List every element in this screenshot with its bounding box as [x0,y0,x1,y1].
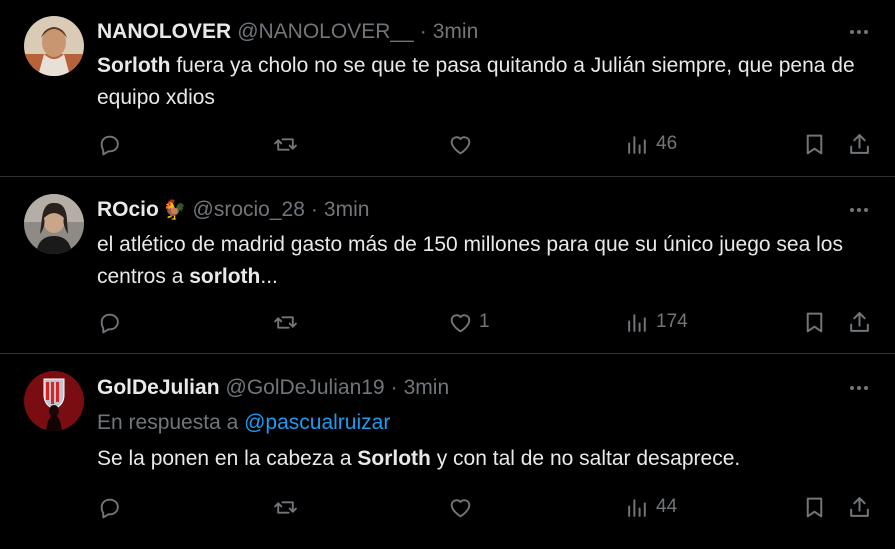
heart-icon [450,313,471,332]
retweet-button[interactable] [273,302,304,342]
author-name[interactable]: ROcio [97,197,159,223]
bold-text: sorloth [189,265,261,288]
tweet-header: ROcio 🐓 @srocio_28 · 3min [97,197,369,224]
more-dots-icon[interactable] [845,378,873,398]
reply-prefix: En respuesta a [97,411,239,434]
reply-icon [100,313,119,333]
separator-dot: · [419,20,427,43]
share-button[interactable] [847,124,872,164]
bold-text: Sorloth [97,54,171,77]
timestamp[interactable]: 3min [433,19,479,45]
views-count: 44 [656,496,678,517]
retweet-icon [274,500,297,514]
action-bar: 46 [0,124,895,164]
like-button[interactable] [448,124,479,164]
more-dots-icon[interactable] [845,22,873,42]
bookmark-button[interactable] [802,302,827,342]
tweet-text: Sorloth fuera ya cholo no se que te pasa… [97,50,867,114]
share-button[interactable] [847,487,872,527]
bookmark-icon [806,134,823,154]
tweet-text: Se la ponen en la cabeza a Sorloth y con… [97,443,867,475]
views-chart-icon [628,498,646,517]
author-handle[interactable]: @NANOLOVER__ [237,19,414,45]
text-segment: Se la ponen en la cabeza a [97,447,358,470]
action-bar: 44 [0,487,895,527]
bookmark-button[interactable] [802,487,827,527]
share-icon [850,311,869,332]
like-count: 1 [479,311,490,332]
tweet[interactable]: NANOLOVER @NANOLOVER__ · 3min Sorloth fu… [0,0,895,177]
like-button[interactable]: 1 [448,302,490,342]
views-count: 46 [656,133,678,154]
timestamp[interactable]: 3min [324,197,370,223]
like-button[interactable] [448,487,479,527]
bookmark-icon [806,312,823,332]
heart-icon [450,498,471,517]
author-handle[interactable]: @GolDeJulian19 [226,375,385,401]
retweet-button[interactable] [273,124,304,164]
views-button[interactable]: 44 [625,487,677,527]
author-handle[interactable]: @srocio_28 [193,197,305,223]
heart-icon [450,135,471,154]
bold-text: Sorloth [357,447,431,470]
views-chart-icon [628,135,646,154]
separator-dot: · [390,376,398,399]
rooster-emoji: 🐓 [162,200,187,221]
retweet-icon [274,137,297,151]
retweet-button[interactable] [273,487,304,527]
reply-button[interactable] [97,487,128,527]
bookmark-icon [806,497,823,517]
action-bar: 1 174 [0,302,895,342]
tweet-header: NANOLOVER @NANOLOVER__ · 3min [97,19,478,45]
author-name[interactable]: GolDeJulian [97,375,220,401]
author-name[interactable]: NANOLOVER [97,19,231,45]
timestamp[interactable]: 3min [404,375,450,401]
reply-context: En respuesta a @pascualruizar [97,408,390,438]
share-button[interactable] [847,302,872,342]
text-segment: y con tal de no saltar desaprece. [430,447,741,470]
reply-button[interactable] [97,302,128,342]
share-icon [850,133,869,154]
text-segment: ... [260,265,278,288]
avatar[interactable] [24,16,84,76]
reply-icon [100,135,119,155]
avatar[interactable] [24,194,84,254]
reply-mention-link[interactable]: @pascualruizar [244,411,390,434]
bookmark-button[interactable] [802,124,827,164]
tweet[interactable]: ROcio 🐓 @srocio_28 · 3min el atlético de… [0,177,895,354]
reply-icon [100,498,119,518]
views-button[interactable]: 174 [625,302,688,342]
share-icon [850,496,869,517]
views-count: 174 [656,311,688,332]
views-button[interactable]: 46 [625,124,677,164]
avatar[interactable] [24,371,84,431]
tweet-text: el atlético de madrid gasto más de 150 m… [97,229,867,293]
retweet-icon [274,315,297,329]
tweet-header: GolDeJulian @GolDeJulian19 · 3min [97,375,449,401]
more-dots-icon[interactable] [845,200,873,220]
tweet[interactable]: GolDeJulian @GolDeJulian19 · 3min En res… [0,354,895,549]
text-segment: fuera ya cholo no se que te pasa quitand… [97,54,855,109]
reply-button[interactable] [97,124,128,164]
separator-dot: · [310,198,318,221]
views-chart-icon [628,313,646,332]
